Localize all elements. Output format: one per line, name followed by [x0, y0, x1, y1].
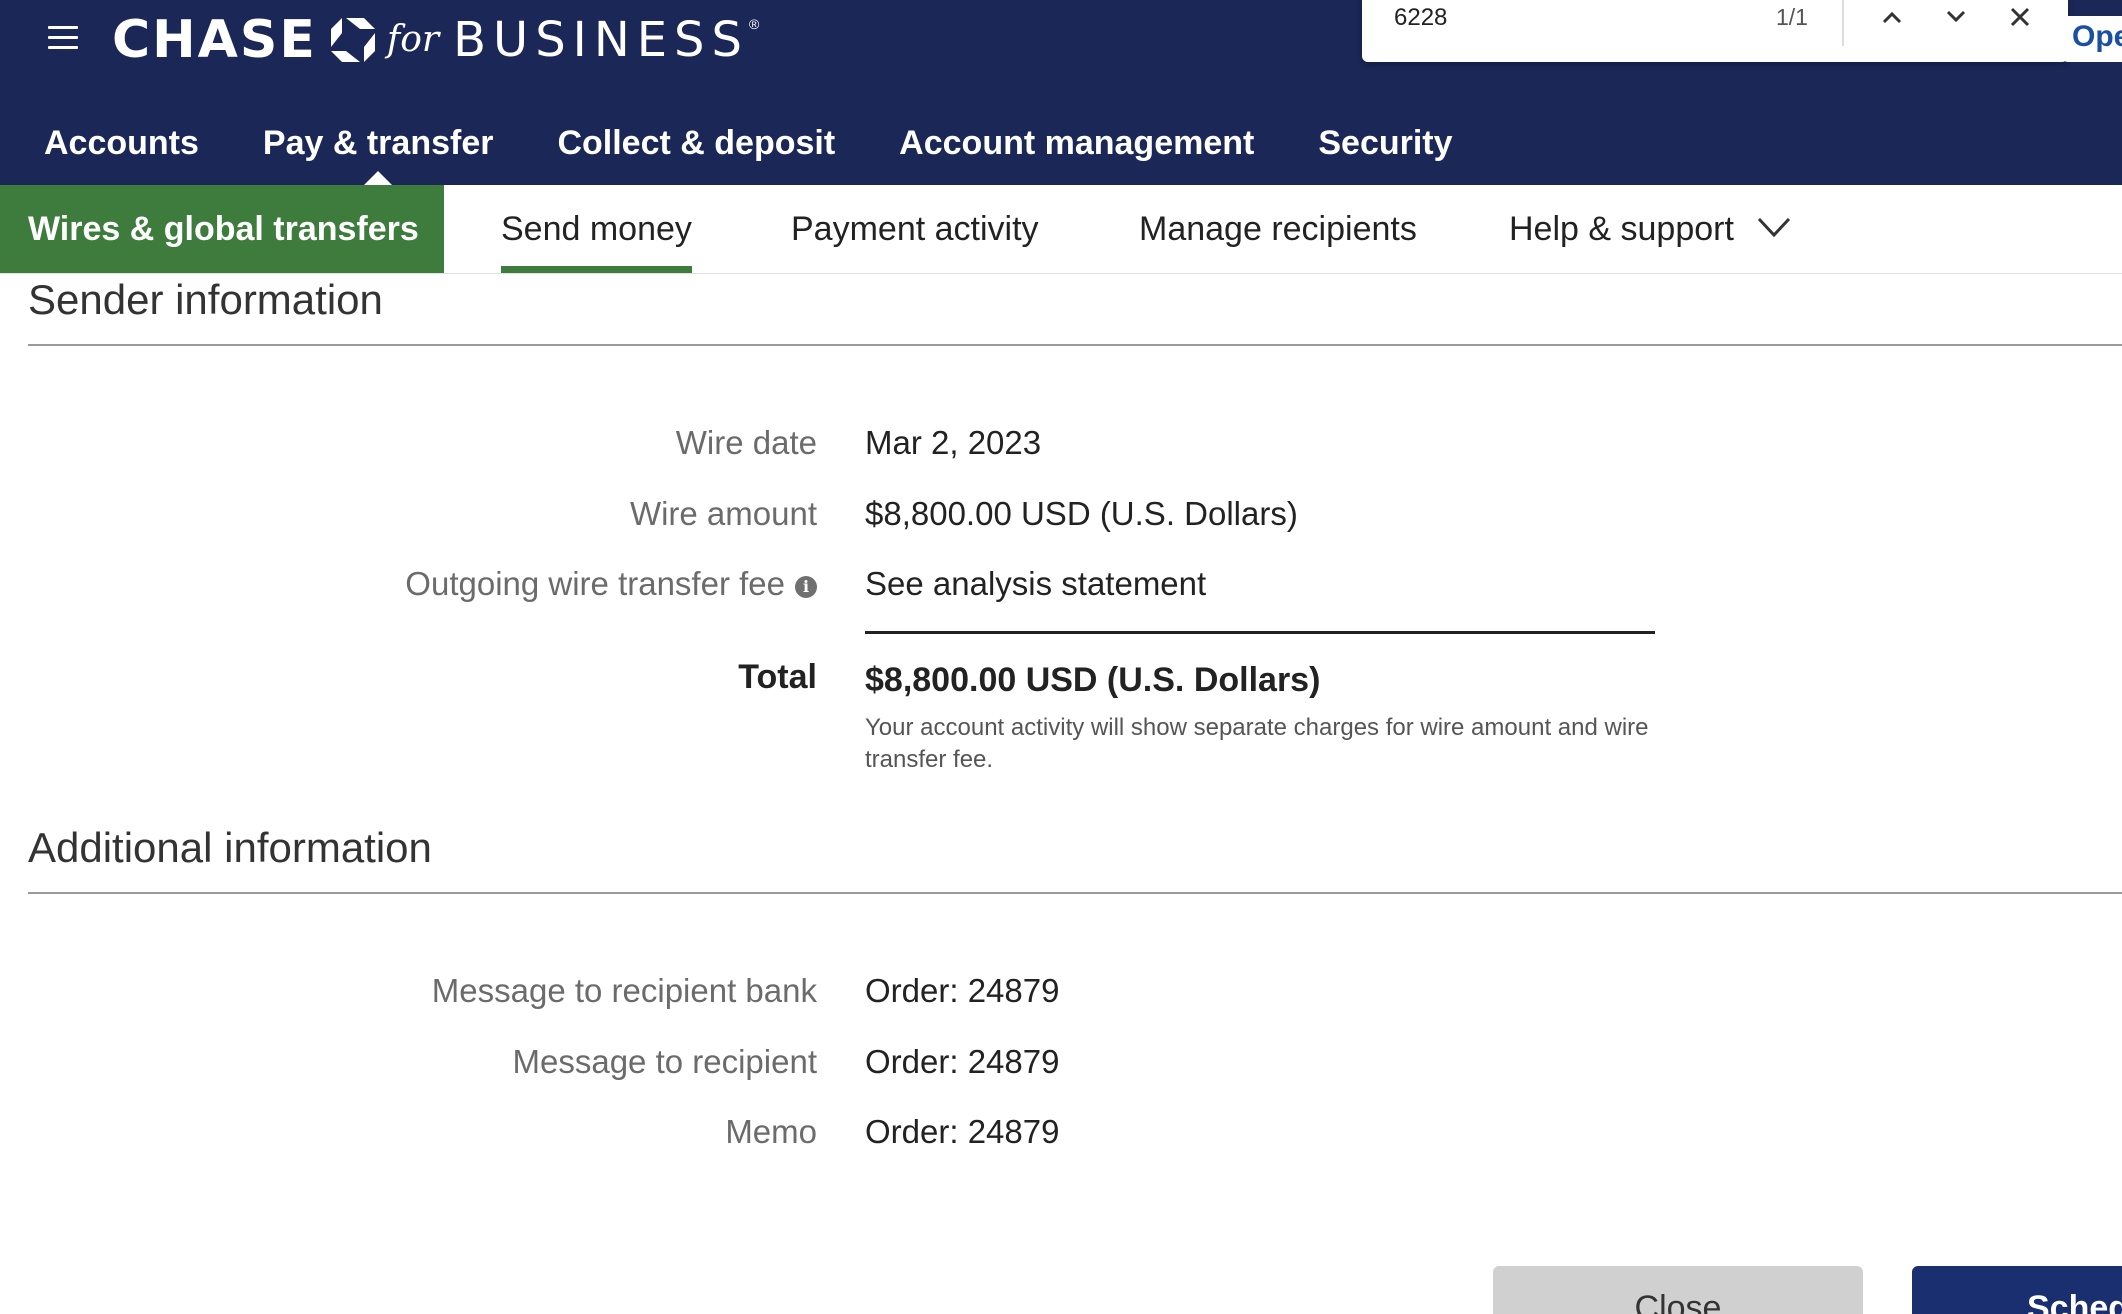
- nav-pay-transfer[interactable]: Pay & transfer: [263, 124, 494, 163]
- find-match-count: 1/1: [1776, 4, 1808, 30]
- wire-date-value: Mar 2, 2023: [865, 424, 1042, 461]
- section-wires-global-transfers[interactable]: Wires & global transfers: [0, 185, 444, 273]
- find-previous-button[interactable]: [1870, 0, 1914, 34]
- tab-payment-activity[interactable]: Payment activity: [791, 185, 1039, 273]
- tab-send-money[interactable]: Send money: [501, 185, 692, 273]
- message-to-bank-value: Order: 24879: [865, 972, 1060, 1009]
- wire-amount-label: Wire amount: [629, 495, 817, 532]
- wire-fee-label-row: Outgoing wire transfer fee i: [405, 565, 817, 603]
- info-icon[interactable]: i: [795, 576, 817, 598]
- chevron-down-icon[interactable]: [1756, 215, 1792, 241]
- tab-help-support[interactable]: Help & support: [1509, 185, 1734, 273]
- total-note: Your account activity will show separate…: [865, 714, 1649, 773]
- message-to-bank-label: Message to recipient bank: [431, 972, 817, 1009]
- find-next-button[interactable]: [1934, 0, 1978, 34]
- logo-registered-mark: ®: [748, 16, 760, 32]
- logo-for-text: for: [386, 19, 440, 60]
- tab-manage-recipients[interactable]: Manage recipients: [1139, 185, 1417, 273]
- open-button-label: Open: [2072, 20, 2122, 53]
- memo-value: Order: 24879: [865, 1113, 1060, 1150]
- sender-information-heading: Sender information: [28, 276, 383, 323]
- message-to-recipient-label: Message to recipient: [512, 1043, 818, 1080]
- total-label: Total: [738, 658, 817, 696]
- nav-account-management[interactable]: Account management: [899, 124, 1254, 163]
- wire-fee-value: See analysis statement: [865, 565, 1207, 602]
- wire-date-label: Wire date: [675, 424, 817, 461]
- total-divider: [865, 631, 1655, 634]
- main-navigation: Accounts Pay & transfer Collect & deposi…: [0, 112, 1473, 174]
- close-button[interactable]: Close: [1493, 1266, 1863, 1314]
- find-input[interactable]: [1392, 0, 1696, 36]
- nav-accounts[interactable]: Accounts: [44, 124, 199, 163]
- find-in-page-bar: 1/1: [1362, 0, 2068, 62]
- memo-label: Memo: [725, 1113, 817, 1150]
- wire-amount-value: $8,800.00 USD (U.S. Dollars): [865, 495, 1298, 532]
- schedule-button[interactable]: Schedule: [1912, 1266, 2122, 1314]
- menu-icon[interactable]: [46, 24, 82, 52]
- nav-security[interactable]: Security: [1318, 124, 1452, 163]
- total-value: $8,800.00 USD (U.S. Dollars): [865, 661, 1321, 699]
- section-divider: [28, 344, 2122, 346]
- chase-octagon-icon: [330, 18, 375, 62]
- nav-collect-deposit[interactable]: Collect & deposit: [557, 124, 835, 163]
- chevron-up-icon: [1882, 11, 1902, 24]
- close-icon: [2010, 7, 2030, 27]
- section-divider: [28, 892, 2122, 894]
- chase-for-business-logo[interactable]: CHASE for BUSINESS ®: [112, 8, 759, 72]
- message-to-recipient-value: Order: 24879: [865, 1043, 1060, 1080]
- wire-fee-label: Outgoing wire transfer fee: [405, 565, 785, 602]
- open-button[interactable]: Open: [2062, 16, 2122, 62]
- find-divider: [1842, 0, 1844, 46]
- logo-business-text: BUSINESS: [453, 12, 749, 68]
- logo-chase-text: CHASE: [112, 10, 317, 70]
- sub-navigation: Wires & global transfers Send money Paym…: [0, 185, 2122, 274]
- additional-information-heading: Additional information: [28, 824, 432, 871]
- find-close-button[interactable]: [1998, 0, 2042, 34]
- chevron-down-icon: [1946, 10, 1966, 23]
